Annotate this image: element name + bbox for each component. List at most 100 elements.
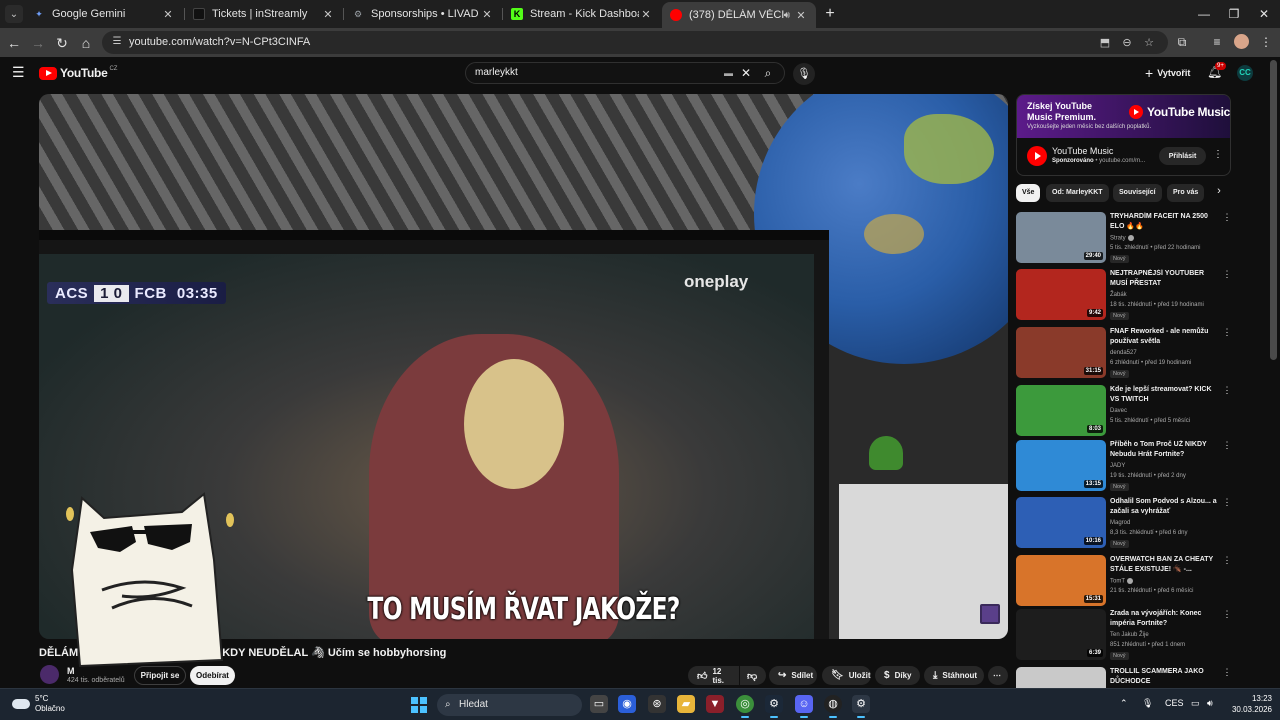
video-more-icon[interactable]: ⋮	[1222, 385, 1232, 396]
video-more-icon[interactable]: ⋮	[1222, 440, 1232, 451]
browser-menu-icon[interactable]: ⋮	[1258, 34, 1274, 50]
video-more-icon[interactable]: ⋮	[1222, 555, 1232, 566]
video-more-icon[interactable]: ⋮	[1222, 327, 1232, 338]
chip-for-you[interactable]: Pro vás	[1167, 184, 1205, 202]
channel-watermark[interactable]	[980, 604, 1000, 624]
window-close-button[interactable]: ✕	[1248, 4, 1280, 24]
recommended-video[interactable]: 9:42 NEJTRAPNĚJŠÍ YOUTUBER MUSÍ PŘESTAT Ža…	[1016, 269, 1236, 321]
tab-close-icon[interactable]: ✕	[321, 8, 335, 21]
volume-icon[interactable]: 🔊︎	[1207, 698, 1213, 709]
video-thumbnail[interactable]: 8:03	[1016, 385, 1106, 436]
recommended-video-title[interactable]: Zrada na vývojářích: Konec impéria Fortn…	[1110, 609, 1222, 629]
chip-all[interactable]: Vše	[1016, 184, 1041, 202]
profile-avatar[interactable]	[1234, 34, 1249, 49]
tab-youtube-video[interactable]: (378) DĚLÁM VĚCI CO BYCH 🔊︎ ✕	[662, 2, 816, 28]
video-thumbnail[interactable]: 9:42	[1016, 269, 1106, 320]
recommended-video-title[interactable]: Kde je lepší streamovat? KICK VS TWITCH	[1110, 385, 1222, 405]
video-more-icon[interactable]: ⋮	[1222, 269, 1232, 280]
app-icon-blue[interactable]: ◉	[618, 695, 636, 713]
obs-icon[interactable]: ◍	[824, 695, 842, 718]
recommended-channel[interactable]: denda527	[1110, 350, 1137, 356]
app-icon-gear[interactable]: ⚙	[852, 695, 870, 718]
recommended-video[interactable]: 6:39 Zrada na vývojářích: Konec impéria F…	[1016, 609, 1236, 661]
account-avatar[interactable]: CC	[1237, 65, 1253, 81]
discord-icon[interactable]: ☺	[795, 695, 813, 718]
recommended-video-title[interactable]: OVERWATCH BAN ZA CHEATY STÁLE EXISTUJE! …	[1110, 555, 1222, 575]
create-button[interactable]: + Vytvořit	[1145, 65, 1190, 81]
tab-close-icon[interactable]: ✕	[480, 8, 494, 21]
recommended-video[interactable]: 29:40 TRYHARDÍM FACEIT NA 2500 ELO 🔥🔥 Stra…	[1016, 212, 1236, 264]
video-thumbnail[interactable]: 10:16	[1016, 497, 1106, 548]
recommended-channel[interactable]: Ten Jakub Žije	[1110, 632, 1149, 638]
notifications-bell-icon[interactable]: 🔔︎ 9+	[1207, 62, 1226, 81]
video-thumbnail[interactable]: 29:40	[1016, 212, 1106, 263]
recommended-channel[interactable]: TomT	[1110, 578, 1133, 585]
clear-search-icon[interactable]: ✕	[739, 66, 753, 80]
task-view-icon[interactable]: ▭	[590, 695, 608, 713]
minimize-button[interactable]: —	[1188, 4, 1220, 24]
language-indicator[interactable]: CES	[1165, 698, 1184, 708]
recommended-video-title[interactable]: TRYHARDÍM FACEIT NA 2500 ELO 🔥🔥	[1110, 212, 1222, 232]
ad-login-button[interactable]: Přihlásit	[1159, 147, 1206, 165]
tab-google-gemini[interactable]: ✦ Google Gemini ✕	[25, 3, 183, 25]
file-explorer-icon[interactable]: ▰	[677, 695, 695, 713]
recommended-video-title[interactable]: Odhalil Som Podvod s Alzou... a začali s…	[1110, 497, 1222, 517]
search-input[interactable]: marleykkt	[475, 67, 518, 78]
channel-name[interactable]: M	[67, 666, 75, 676]
forward-button[interactable]: →	[28, 33, 48, 53]
video-more-icon[interactable]: ⋮	[1222, 609, 1232, 620]
recommended-video-title[interactable]: TROLLIL SCAMMERA JAKO DŮCHODCE	[1110, 667, 1222, 687]
bookmark-star-icon[interactable]: ☆	[1142, 36, 1156, 50]
ad-card[interactable]: Získej YouTube Music Premium. Vyzkoušejt…	[1016, 94, 1231, 176]
app-icon-settings[interactable]: ⊛	[648, 695, 666, 713]
reading-list-icon[interactable]: ≡	[1209, 34, 1225, 50]
video-more-icon[interactable]: ⋮	[1222, 667, 1232, 678]
microphone-icon[interactable]: 🎙︎	[1142, 698, 1153, 709]
new-tab-button[interactable]: +	[820, 4, 840, 24]
video-thumbnail[interactable]: 31:15	[1016, 327, 1106, 378]
extensions-icon[interactable]: ⧉	[1174, 34, 1190, 50]
recommended-video-title[interactable]: FNAF Reworked - ale nemůžu používat svět…	[1110, 327, 1222, 347]
search-icon[interactable]: ⌕	[759, 66, 777, 81]
guide-menu-icon[interactable]: ☰	[12, 65, 26, 79]
recommended-video-title[interactable]: NEJTRAPNĚJŠÍ YOUTUBER MUSÍ PŘESTAT	[1110, 269, 1222, 289]
download-button[interactable]: ⤓ Stáhnout	[924, 666, 984, 685]
network-icon[interactable]: ▭	[1191, 698, 1200, 709]
more-actions-button[interactable]: ⋯	[988, 666, 1008, 685]
recommended-channel[interactable]: Žabák	[1110, 292, 1127, 298]
video-thumbnail[interactable]: 6:39	[1016, 609, 1106, 660]
maximize-button[interactable]: ❐	[1218, 4, 1250, 24]
steam-icon[interactable]: ⚙	[765, 695, 783, 718]
recommended-video[interactable]: 15:31 OVERWATCH BAN ZA CHEATY STÁLE EXIST…	[1016, 555, 1236, 607]
tab-close-icon[interactable]: ✕	[639, 8, 653, 21]
video-more-icon[interactable]: ⋮	[1222, 212, 1232, 223]
tab-close-icon[interactable]: ✕	[161, 8, 175, 21]
app-icon-red[interactable]: ▼	[706, 695, 724, 713]
chip-related[interactable]: Související	[1113, 184, 1162, 202]
chrome-icon[interactable]: ◎	[736, 695, 754, 718]
page-scrollbar[interactable]	[1270, 60, 1277, 360]
taskbar-clock[interactable]: 13:23 30.03.2026	[1228, 693, 1272, 715]
ad-banner[interactable]: Získej YouTube Music Premium. Vyzkoušejt…	[1017, 95, 1230, 138]
recommended-video[interactable]: 8:03 Kde je lepší streamovat? KICK VS TWI…	[1016, 385, 1236, 437]
tab-instreamly[interactable]: Tickets | inStreamly ✕	[185, 3, 343, 25]
youtube-logo[interactable]: YouTube CZ	[39, 66, 117, 80]
ad-more-icon[interactable]: ⋮	[1213, 149, 1223, 160]
site-info-icon[interactable]: ☰	[111, 36, 123, 48]
zoom-icon[interactable]: ⊖	[1120, 36, 1134, 50]
video-thumbnail[interactable]: 13:15	[1016, 440, 1106, 491]
speaker-icon[interactable]: 🔊︎	[784, 10, 790, 21]
search-box[interactable]: marleykkt ▬ ✕ ⌕	[465, 62, 785, 84]
chevron-right-icon[interactable]: ›	[1212, 185, 1226, 197]
subscribe-button[interactable]: Odebírat	[190, 666, 235, 685]
recommended-channel[interactable]: JADY	[1110, 463, 1125, 469]
recommended-channel[interactable]: Davec	[1110, 408, 1127, 414]
tab-livad[interactable]: ⚙ Sponsorships • LIVAD ✕	[344, 3, 502, 25]
recommended-channel[interactable]: Straty	[1110, 235, 1134, 242]
recommended-video[interactable]: 31:15 FNAF Reworked - ale nemůžu používat…	[1016, 327, 1236, 379]
recommended-video[interactable]: 10:16 Odhalil Som Podvod s Alzou... a zač…	[1016, 497, 1236, 549]
recommended-video[interactable]: 13:15 Příběh o Tom Proč UŽ NIKDY Nebudu H…	[1016, 440, 1236, 492]
back-button[interactable]: ←	[4, 33, 24, 53]
join-button[interactable]: Připojit se	[134, 666, 186, 685]
home-button[interactable]: ⌂	[76, 33, 96, 53]
